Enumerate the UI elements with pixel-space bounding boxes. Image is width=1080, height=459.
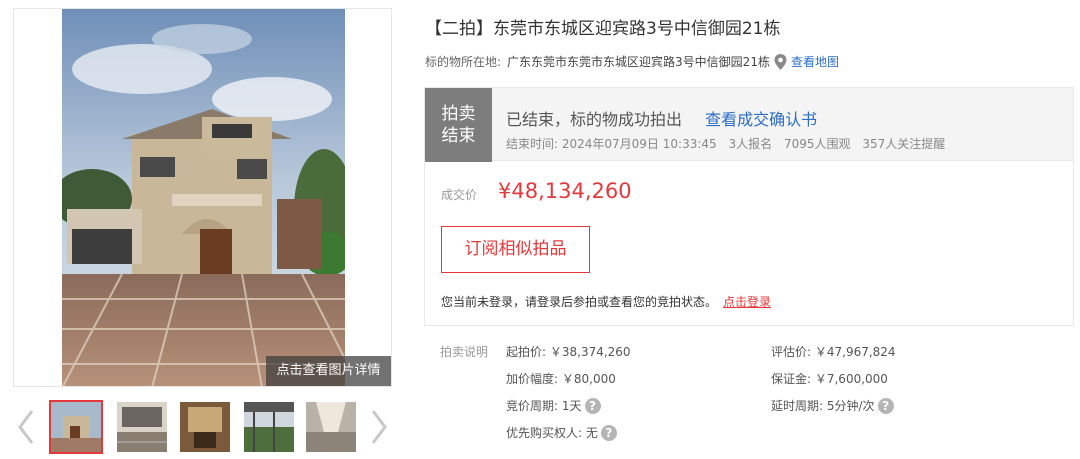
badge-line-2: 结束 xyxy=(441,126,476,146)
deposit: 保证金: ￥7,600,000 xyxy=(771,370,888,387)
map-pin-icon xyxy=(774,53,787,70)
deal-price-panel: 成交价 ¥48,134,260 订阅相似拍品 您当前未登录，请登录后参拍或查看您… xyxy=(424,161,1074,326)
thumbnail-interior-corridor[interactable] xyxy=(304,400,358,454)
viewer-count: 7095人围观 xyxy=(783,137,851,151)
thumbnail-villa-exterior[interactable] xyxy=(49,400,103,454)
next-thumbnail-arrow[interactable] xyxy=(366,402,392,452)
thumbnail-interior-room[interactable] xyxy=(178,400,232,454)
priority-buyer-text: 优先购买权人: 无 xyxy=(506,426,598,440)
status-message: 已结束，标的物成功拍出 xyxy=(506,110,683,129)
bid-increment: 加价幅度: ￥80,000 xyxy=(506,370,616,387)
bid-period: 竞价周期: 1天 ? xyxy=(506,397,601,414)
deposit-text: 保证金: ￥7,600,000 xyxy=(771,372,888,386)
appraisal-price-text: 评估价: ￥47,967,824 xyxy=(771,345,896,359)
view-photo-details-button[interactable]: 点击查看图片详情 xyxy=(266,356,391,386)
signup-count: 3人报名 xyxy=(728,137,773,151)
listing-title: 【二拍】东莞市东城区迎宾路3号中信御园21栋 xyxy=(425,19,781,39)
location-address: 广东东莞市东莞市东城区迎宾路3号中信御园21栋 xyxy=(507,55,770,69)
main-photo[interactable]: 点击查看图片详情 xyxy=(13,8,392,387)
villa-photo[interactable] xyxy=(62,9,345,386)
deal-price-label: 成交价 xyxy=(441,188,478,202)
priority-buyer-help-icon[interactable]: ? xyxy=(600,424,617,441)
listing-location: 标的物所在地: 广东东莞市东莞市东城区迎宾路3号中信御园21栋 查看地图 xyxy=(425,53,839,70)
deal-price-value: ¥48,134,260 xyxy=(498,179,632,203)
chevron-right-icon xyxy=(371,410,387,444)
extension-period: 延时周期: 5分钟/次 ? xyxy=(771,397,894,414)
previous-thumbnail-arrow[interactable] xyxy=(13,402,39,452)
thumbnail-strip xyxy=(13,398,392,458)
rules-label: 拍卖说明 xyxy=(440,345,489,359)
appraisal-price: 评估价: ￥47,967,824 xyxy=(771,343,896,360)
auction-status-panel: 拍卖 结束 已结束，标的物成功拍出 查看成交确认书 结束时间: 2024年07月… xyxy=(424,87,1074,162)
bid-period-text: 竞价周期: 1天 xyxy=(506,399,582,413)
status-message-row: 已结束，标的物成功拍出 查看成交确认书 xyxy=(506,106,817,130)
thumbnail-balcony-view[interactable] xyxy=(242,400,296,454)
extension-period-text: 延时周期: 5分钟/次 xyxy=(771,399,875,413)
view-deal-certificate-link[interactable]: 查看成交确认书 xyxy=(705,110,817,129)
auction-ended-badge: 拍卖 结束 xyxy=(425,88,492,162)
end-time: 结束时间: 2024年07月09日 10:33:45 xyxy=(506,137,717,151)
status-detail-row: 结束时间: 2024年07月09日 10:33:45 3人报名 7095人围观 … xyxy=(506,135,953,152)
chevron-left-icon xyxy=(18,410,34,444)
subscribe-similar-button[interactable]: 订阅相似拍品 xyxy=(441,226,590,273)
badge-line-1: 拍卖 xyxy=(441,104,476,124)
auction-rules-panel: 拍卖说明 起拍价: ￥38,374,260 评估价: ￥47,967,824 加… xyxy=(424,326,1074,459)
thumbnail-interior-hall[interactable] xyxy=(115,400,169,454)
login-link[interactable]: 点击登录 xyxy=(723,295,771,309)
view-map-link[interactable]: 查看地图 xyxy=(791,53,839,70)
priority-buyer: 优先购买权人: 无 ? xyxy=(506,424,617,441)
extension-period-help-icon[interactable]: ? xyxy=(877,397,894,414)
login-notice: 您当前未登录，请登录后参拍或查看您的竞拍状态。 点击登录 xyxy=(441,293,771,310)
login-notice-text: 您当前未登录，请登录后参拍或查看您的竞拍状态。 xyxy=(441,295,718,309)
bid-increment-text: 加价幅度: ￥80,000 xyxy=(506,372,616,386)
bid-period-help-icon[interactable]: ? xyxy=(584,397,601,414)
start-price: 起拍价: ￥38,374,260 xyxy=(506,343,631,360)
reminder-count: 357人关注提醒 xyxy=(862,137,946,151)
location-label: 标的物所在地: xyxy=(425,55,502,69)
start-price-text: 起拍价: ￥38,374,260 xyxy=(506,345,631,359)
